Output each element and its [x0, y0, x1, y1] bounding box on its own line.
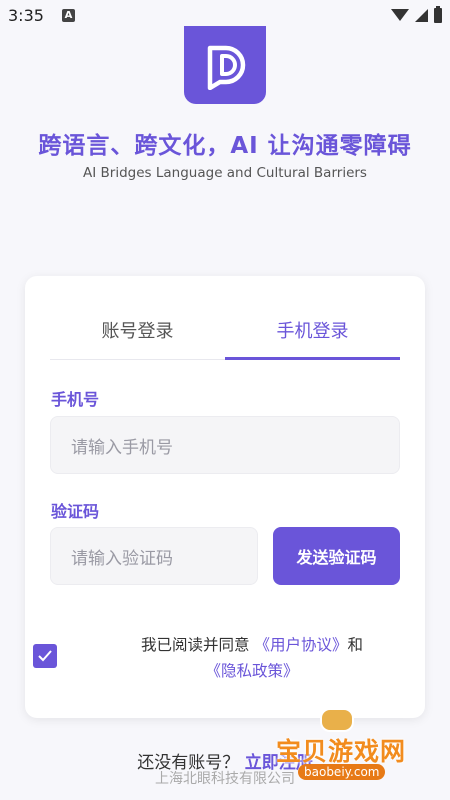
watermark-url: baobeiy.com	[298, 764, 386, 780]
user-agreement-link[interactable]: 《用户协议》	[254, 636, 347, 654]
login-card: 账号登录 手机登录 手机号 请输入手机号 验证码 请输入验证码 发送验证码 我已…	[25, 276, 425, 718]
watermark: 宝贝游戏网 baobeiy.com	[270, 706, 445, 786]
status-indicators	[391, 5, 442, 23]
agreement-prefix: 我已阅读并同意	[141, 636, 250, 654]
login-tabs: 账号登录 手机登录	[50, 306, 400, 360]
code-input[interactable]: 请输入验证码	[50, 527, 258, 585]
signal-icon	[415, 8, 428, 22]
notification-icon: A	[61, 8, 75, 22]
watermark-title: 宝贝游戏网	[276, 737, 407, 766]
status-time: 3:35	[8, 5, 44, 25]
agreement-text: 我已阅读并同意 《用户协议》和 《隐私政策》	[117, 632, 387, 684]
code-label: 验证码	[51, 502, 100, 521]
tab-phone-login[interactable]: 手机登录	[225, 306, 400, 360]
privacy-policy-link[interactable]: 《隐私政策》	[205, 662, 298, 680]
agreement-and: 和	[347, 636, 363, 654]
phone-input[interactable]: 请输入手机号	[50, 416, 400, 474]
app-logo-icon	[184, 26, 266, 104]
page-subheadline: AI Bridges Language and Cultural Barrier…	[83, 165, 367, 181]
battery-icon	[434, 5, 442, 23]
send-code-button[interactable]: 发送验证码	[273, 527, 400, 585]
page-headline: 跨语言、跨文化，AI 让沟通零障碍	[38, 133, 412, 159]
gamepad-icon	[320, 708, 354, 732]
wifi-icon	[391, 9, 409, 21]
check-icon	[38, 650, 52, 662]
phone-label: 手机号	[51, 390, 100, 409]
tab-account-login[interactable]: 账号登录	[50, 306, 225, 359]
agreement-checkbox[interactable]	[33, 644, 57, 668]
